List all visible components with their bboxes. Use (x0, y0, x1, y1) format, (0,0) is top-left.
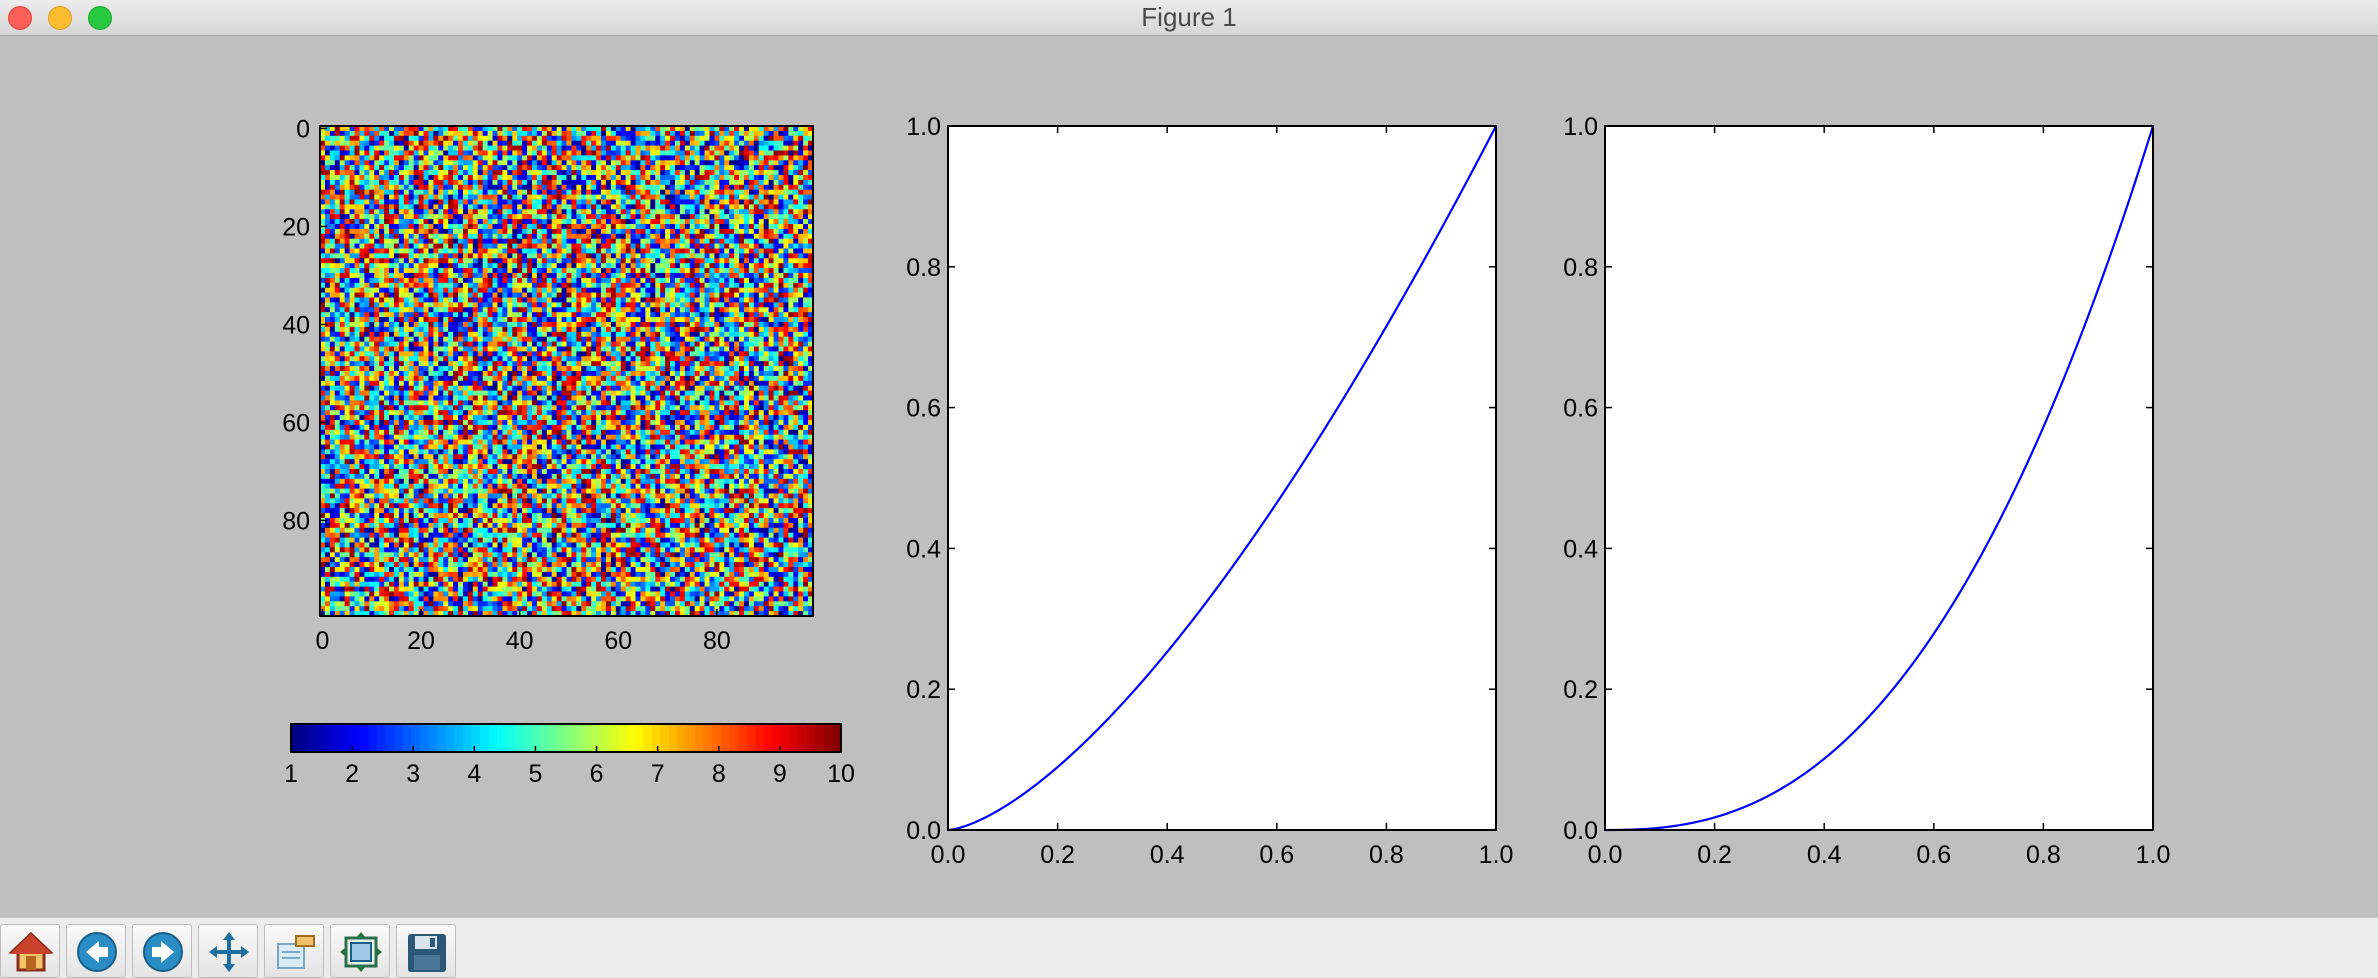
line2-x-tick-label: 0.4 (1807, 841, 1842, 869)
line2-y-tick-label: 0.6 (1563, 395, 1598, 423)
heatmap-y-tick-label: 0 (296, 115, 310, 143)
subplots-icon (340, 932, 382, 972)
line1-y-tick-label: 0.4 (906, 535, 941, 563)
line2-x-tick-label: 0.8 (2026, 841, 2061, 869)
line2-y-tick-label: 0.4 (1563, 535, 1598, 563)
line2-x-tick-label: 0.6 (1916, 841, 1951, 869)
home-button[interactable] (0, 924, 60, 978)
back-button[interactable] (66, 924, 126, 978)
window-title: Figure 1 (1141, 2, 1237, 32)
colorbar-tick-label: 5 (528, 760, 542, 788)
line2-x-tick-label: 1.0 (2136, 841, 2171, 869)
line1-x-tick-label: 0.6 (1259, 841, 1294, 869)
zoom-button[interactable] (264, 924, 324, 978)
line2-y-tick-label: 0.8 (1563, 254, 1598, 282)
forward-button[interactable] (132, 924, 192, 978)
colorbar-tick-label: 4 (467, 760, 481, 788)
heatmap-y-tick-label: 20 (282, 213, 310, 241)
line1-y-tick-label: 0.6 (906, 395, 941, 423)
line2-y-tick-label: 0.0 (1563, 817, 1598, 845)
line1-y-tick-label: 0.8 (906, 254, 941, 282)
subplots-button[interactable] (330, 924, 390, 978)
colorbar-tick-label: 6 (590, 760, 604, 788)
line2-plot-area (1605, 126, 2153, 830)
figure-canvas: 0 20 40 60 800204060801 2 3 4 5 6 7 8 9 10 0.0 0.2 0.4 0… (282, 113, 2170, 869)
line1-x-tick-label: 0.8 (1369, 841, 1404, 869)
colorbar-tick-label: 8 (712, 760, 726, 788)
heatmap-x-tick-label: 80 (703, 627, 731, 655)
line1-x-tick-label: 0.0 (931, 841, 966, 869)
colorbar: 1 2 3 4 5 6 7 8 9 10 (284, 723, 855, 788)
heatmap-y-tick-label: 40 (282, 311, 310, 339)
forward-arrow-icon (143, 932, 183, 972)
colorbar-tick-label: 3 (406, 760, 420, 788)
heatmap-x-tick-label: 20 (407, 627, 435, 655)
colorbar-tick-label: 2 (345, 760, 359, 788)
heatmap-x-tick-label: 60 (604, 627, 632, 655)
line2-y-tick-label: 0.2 (1563, 676, 1598, 704)
zoom-rect-icon (277, 935, 315, 969)
line1-y-tick-label: 1.0 (906, 113, 941, 141)
heatmap-cells (320, 126, 814, 617)
line-plot-1: 0.0 0.2 0.4 0.6 0.8 1.0 0.0 0.2 0.4 0.6 0.8 1.0 (906, 113, 1513, 869)
pan-button[interactable] (198, 924, 258, 978)
navigation-toolbar (0, 917, 2378, 978)
line1-x-tick-label: 0.2 (1040, 841, 1075, 869)
colorbar-tick-label: 7 (651, 760, 665, 788)
heatmap-x-tick-label: 40 (506, 627, 534, 655)
heatmap-y-tick-label: 80 (282, 507, 310, 535)
save-button[interactable] (396, 924, 456, 978)
heatmap-axes: 0 20 40 60 80 0 20 40 60 80 1 2 3 4 5 6 7 8 9 10 (282, 115, 855, 788)
window-titlebar: Figure 1 (0, 0, 2378, 36)
line-plot-2: 0.0 0.2 0.4 0.6 0.8 1.0 0.0 0.2 0.4 0.6 0.8 1.0 (1563, 113, 2170, 869)
floppy-disk-icon (408, 934, 446, 972)
line1-y-tick-label: 0.0 (906, 817, 941, 845)
line2-x-tick-label: 0.0 (1588, 841, 1623, 869)
line2-x-tick-label: 0.2 (1697, 841, 1732, 869)
line1-y-tick-label: 0.2 (906, 676, 941, 704)
heatmap-y-tick-label: 60 (282, 409, 310, 437)
home-icon (8, 931, 54, 972)
colorbar-tick-label: 9 (773, 760, 787, 788)
line2-y-tick-label: 1.0 (1563, 113, 1598, 141)
colorbar-tick-label: 1 (284, 760, 298, 788)
line1-x-tick-label: 0.4 (1150, 841, 1185, 869)
line1-x-tick-label: 1.0 (1479, 841, 1514, 869)
line1-plot-area (948, 126, 1496, 830)
back-arrow-icon (77, 932, 117, 972)
heatmap-x-tick-label: 0 (316, 627, 330, 655)
move-icon (209, 932, 249, 972)
colorbar-tick-label: 10 (827, 760, 855, 788)
